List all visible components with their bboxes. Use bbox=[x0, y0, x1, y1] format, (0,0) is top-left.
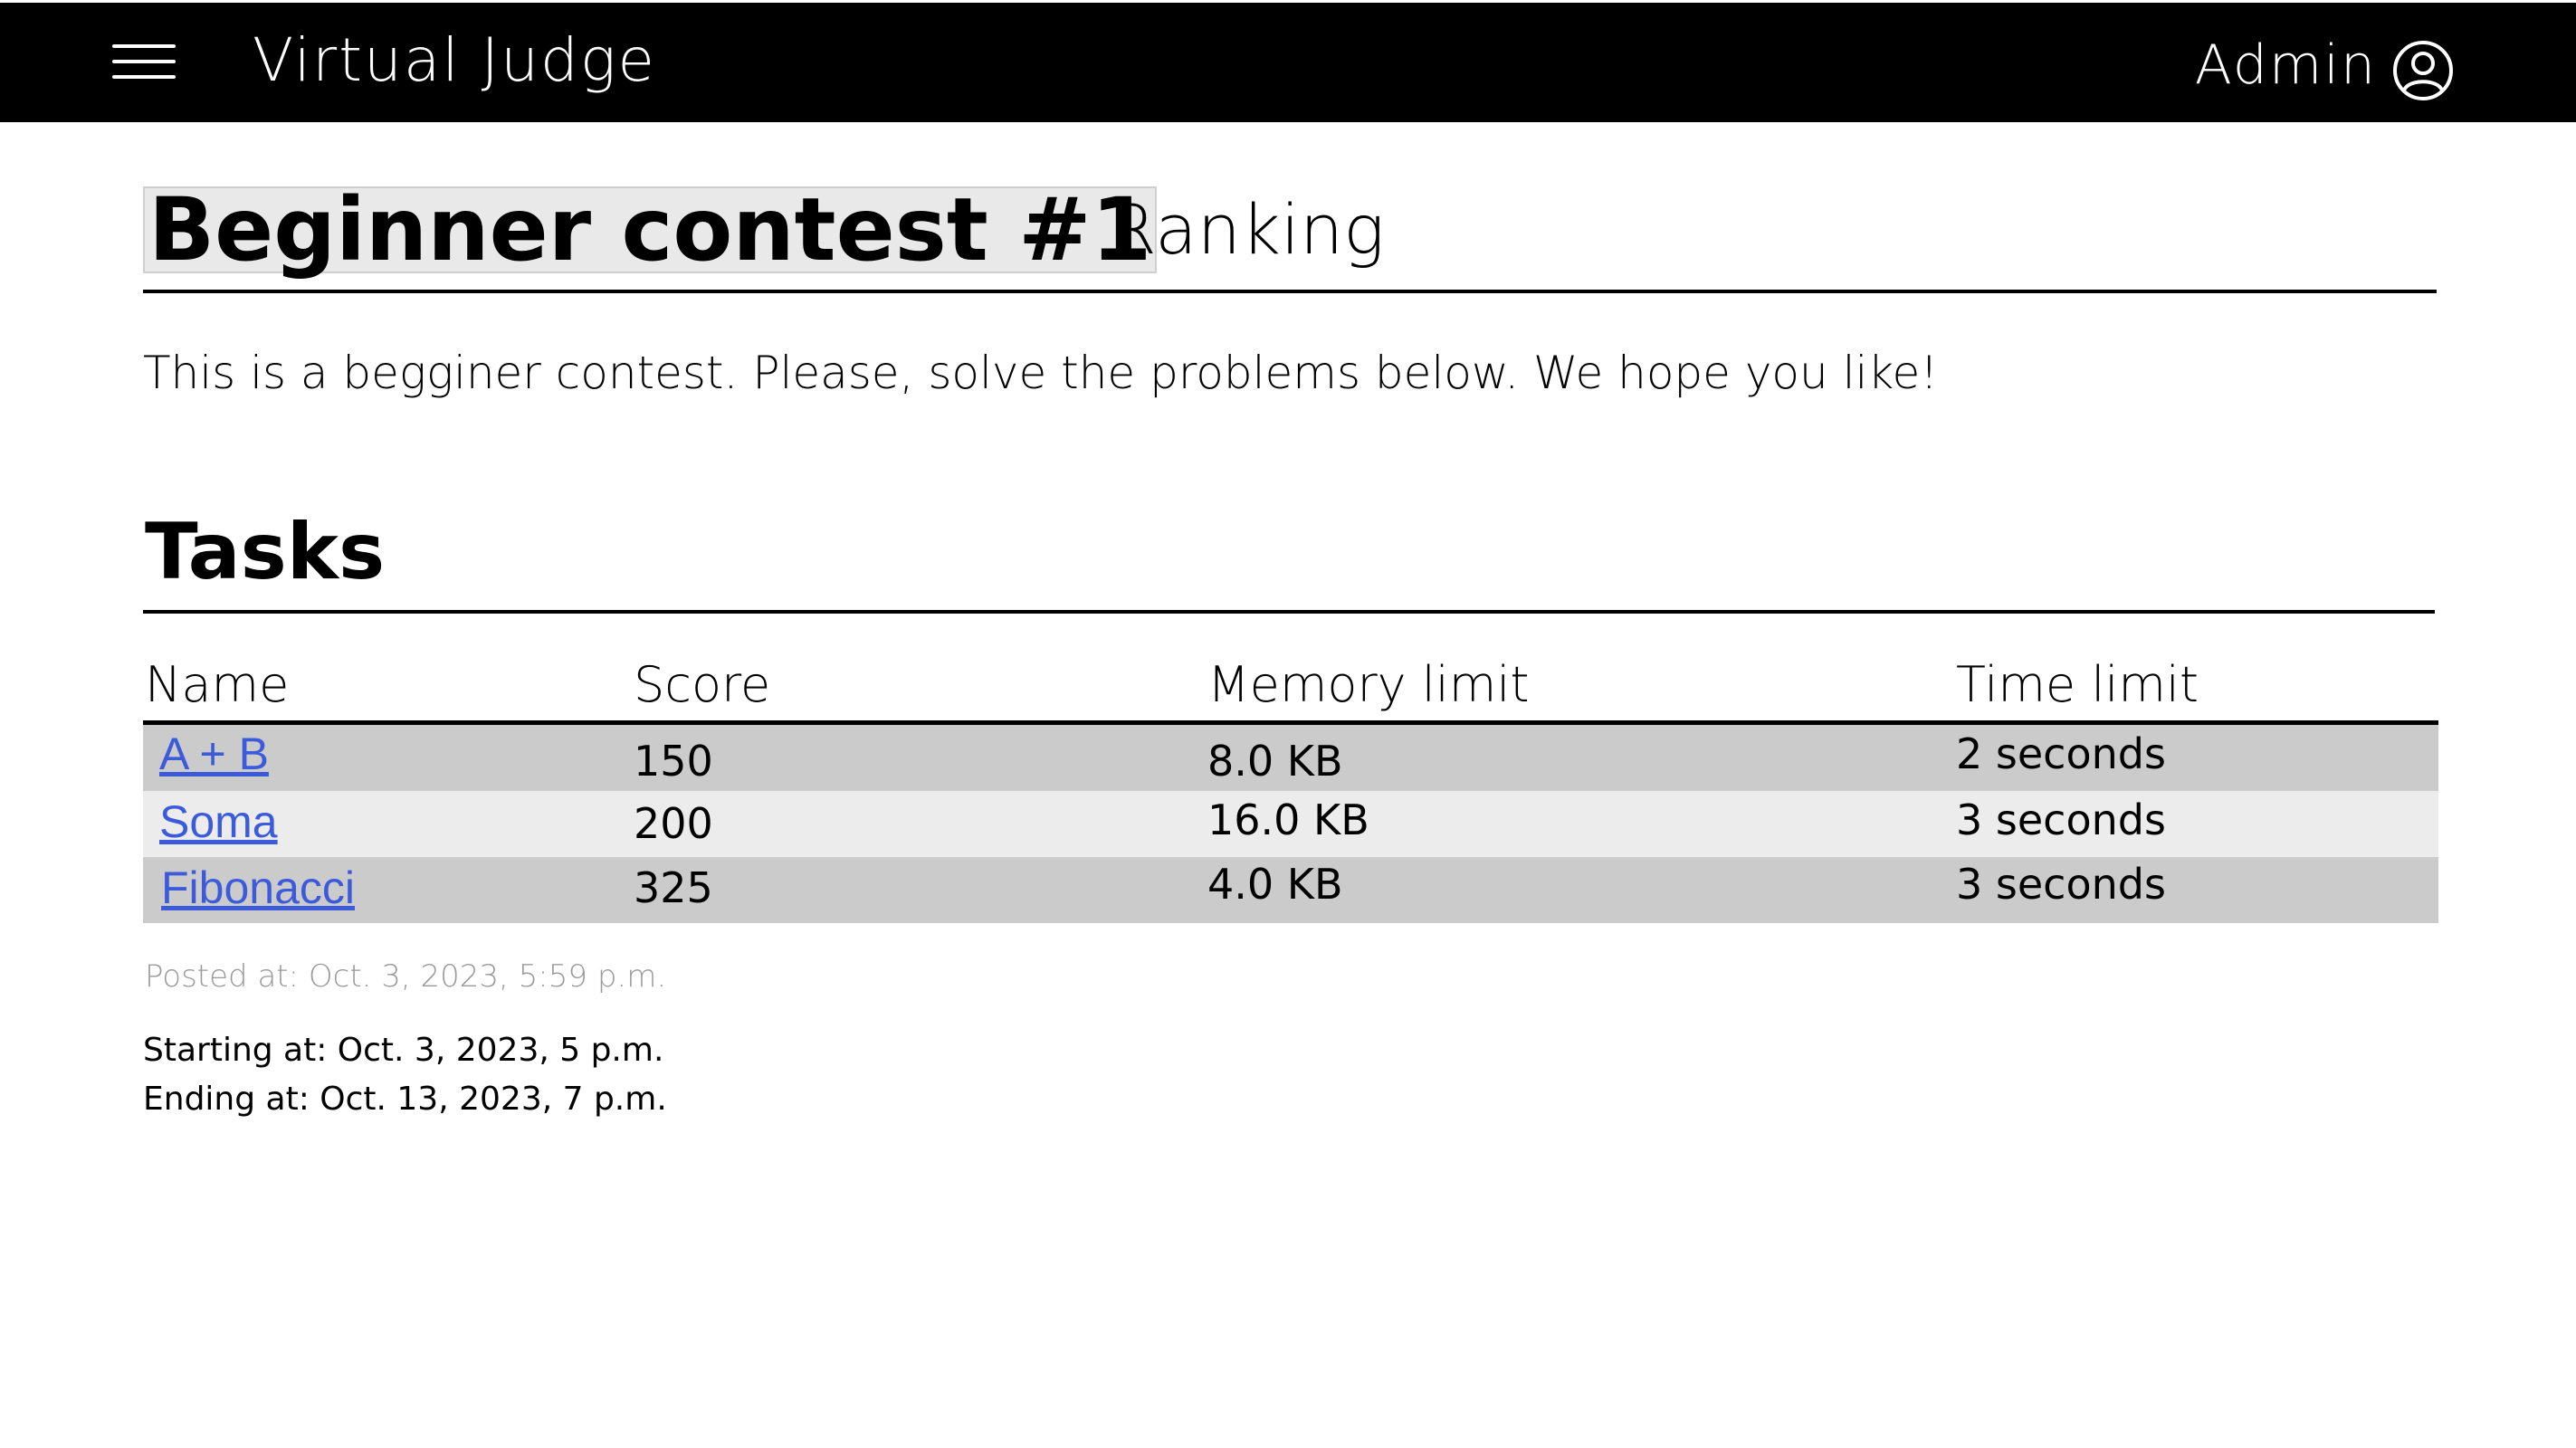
user-name[interactable]: Admin bbox=[2195, 31, 2377, 100]
task-name-cell: Soma bbox=[159, 796, 278, 848]
header-divider bbox=[143, 290, 2437, 293]
table-row: Soma 200 16.0 KB 3 seconds bbox=[143, 791, 2438, 857]
table-row: A + B 150 8.0 KB 2 seconds bbox=[143, 725, 2438, 791]
contest-description: This is a begginer contest. Please, solv… bbox=[143, 347, 1939, 399]
ranking-tab[interactable]: Ranking bbox=[1109, 188, 1385, 272]
posted-at: Posted at: Oct. 3, 2023, 5:59 p.m. bbox=[145, 958, 667, 995]
hamburger-menu-icon[interactable] bbox=[112, 44, 176, 79]
task-time-limit: 3 seconds bbox=[1956, 795, 2166, 844]
app-title[interactable]: Virtual Judge bbox=[253, 24, 656, 97]
task-name-cell: A + B bbox=[159, 729, 269, 780]
contest-title: Beginner contest #1 bbox=[143, 186, 1158, 273]
task-memory-limit: 8.0 KB bbox=[1207, 737, 1343, 786]
user-circle-icon[interactable] bbox=[2391, 39, 2455, 102]
user-menu[interactable]: Admin bbox=[2195, 28, 2455, 102]
task-link-soma[interactable]: Soma bbox=[159, 796, 278, 847]
table-row: Fibonacci 325 4.0 KB 3 seconds bbox=[143, 857, 2438, 923]
task-memory-limit: 16.0 KB bbox=[1207, 795, 1369, 844]
task-score: 325 bbox=[634, 863, 713, 912]
table-header: Name Score Memory limit Time limit bbox=[143, 648, 2438, 725]
task-time-limit: 2 seconds bbox=[1956, 729, 2166, 778]
column-header-time: Time limit bbox=[1956, 656, 2199, 713]
column-header-score: Score bbox=[634, 656, 771, 713]
task-link-a-plus-b[interactable]: A + B bbox=[159, 729, 269, 779]
task-name-cell: Fibonacci bbox=[161, 862, 355, 914]
starting-at: Starting at: Oct. 3, 2023, 5 p.m. bbox=[143, 1032, 664, 1069]
column-header-name: Name bbox=[145, 656, 290, 713]
contest-dates: Starting at: Oct. 3, 2023, 5 p.m. Ending… bbox=[143, 1026, 667, 1124]
task-link-fibonacci[interactable]: Fibonacci bbox=[161, 862, 355, 913]
column-header-memory: Memory limit bbox=[1207, 656, 1530, 713]
top-navbar: Virtual Judge Admin bbox=[0, 3, 2576, 122]
tasks-divider bbox=[143, 610, 2435, 614]
task-time-limit: 3 seconds bbox=[1956, 860, 2166, 909]
task-memory-limit: 4.0 KB bbox=[1207, 860, 1343, 909]
contest-header: Beginner contest #1 Ranking bbox=[143, 186, 2437, 291]
ending-at: Ending at: Oct. 13, 2023, 7 p.m. bbox=[143, 1081, 667, 1118]
tasks-heading: Tasks bbox=[145, 507, 386, 597]
task-score: 150 bbox=[634, 737, 713, 786]
task-score: 200 bbox=[634, 799, 713, 848]
tasks-table: Name Score Memory limit Time limit A + B… bbox=[143, 648, 2438, 923]
